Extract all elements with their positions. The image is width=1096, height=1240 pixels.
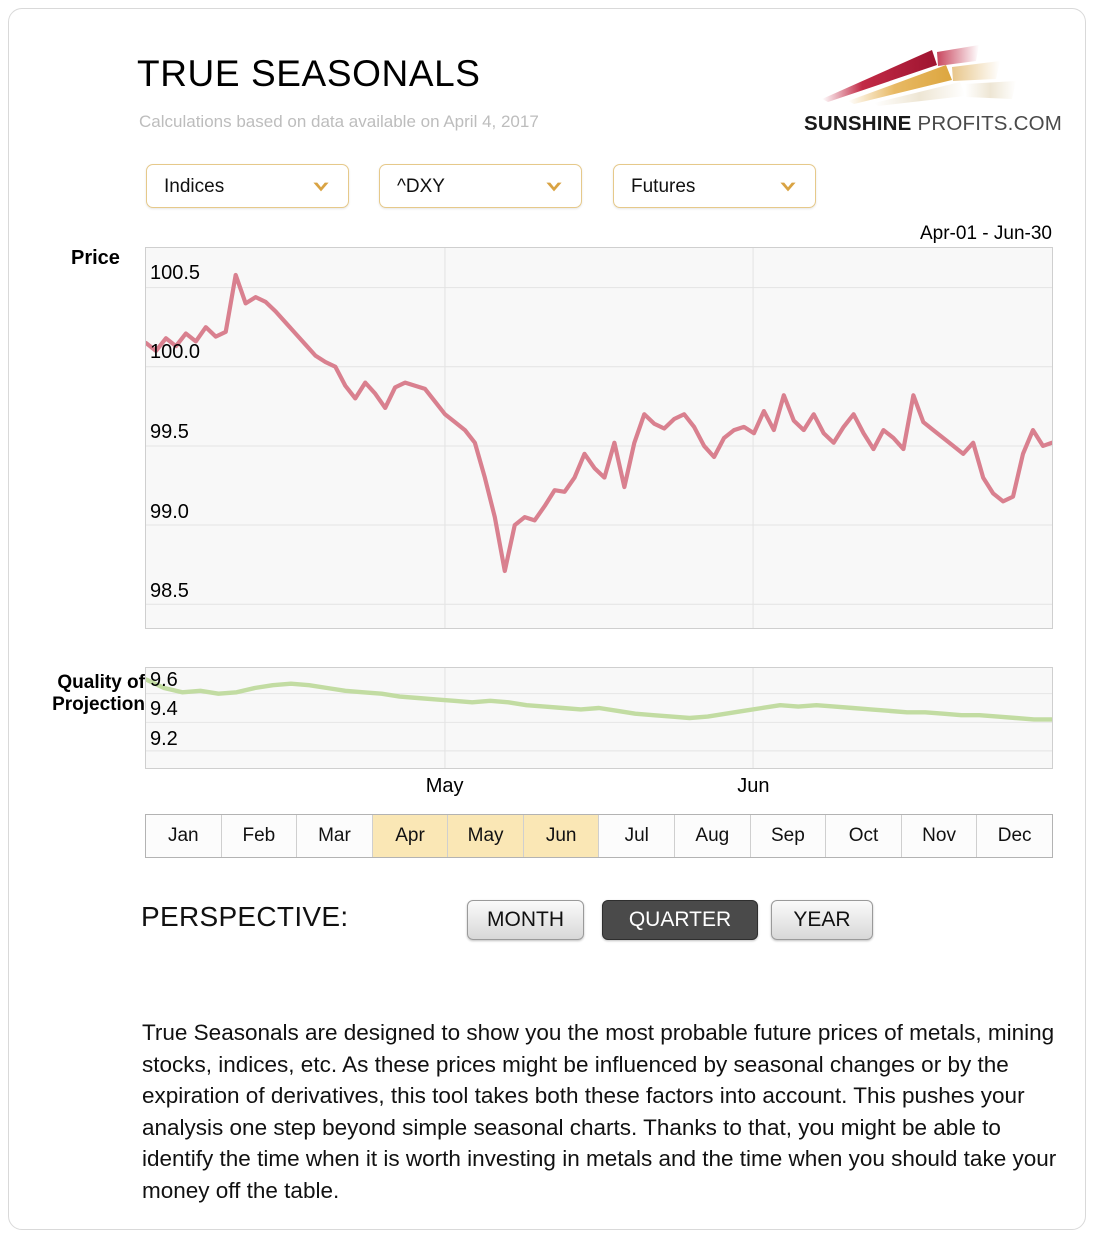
price-y-tick: 99.0 (150, 501, 189, 524)
chart-x-tick: Jun (713, 775, 793, 798)
perspective-quarter-button[interactable]: QUARTER (602, 900, 758, 940)
dropdown-contract-type-value: Futures (631, 176, 695, 198)
month-tab-jun[interactable]: Jun (524, 815, 600, 857)
month-tab-aug[interactable]: Aug (675, 815, 751, 857)
month-tab-mar[interactable]: Mar (297, 815, 373, 857)
dropdown-symbol[interactable]: ^DXY (379, 164, 582, 208)
date-range-label: Apr-01 - Jun-30 (852, 223, 1052, 245)
dropdown-asset-class[interactable]: Indices (146, 164, 349, 208)
month-selector-bar[interactable]: JanFebMarAprMayJunJulAugSepOctNovDec (145, 814, 1053, 858)
page-title: TRUE SEASONALS (137, 53, 481, 95)
logo-bold-text: SUNSHINE (804, 112, 912, 135)
quality-y-tick: 9.6 (150, 669, 178, 692)
chevron-down-icon[interactable] (775, 174, 801, 200)
description-text: True Seasonals are designed to show you … (142, 1017, 1057, 1206)
price-axis-title: Price (71, 247, 120, 270)
dropdown-asset-class-value: Indices (164, 176, 224, 198)
month-tab-may[interactable]: May (448, 815, 524, 857)
month-tab-nov[interactable]: Nov (902, 815, 978, 857)
dropdown-symbol-value: ^DXY (397, 176, 445, 198)
price-y-tick: 100.5 (150, 262, 200, 285)
page-subtitle: Calculations based on data available on … (139, 112, 539, 132)
quality-y-tick: 9.4 (150, 698, 178, 721)
month-tab-sep[interactable]: Sep (751, 815, 827, 857)
month-tab-feb[interactable]: Feb (222, 815, 298, 857)
price-y-tick: 100.0 (150, 341, 200, 364)
month-tab-oct[interactable]: Oct (826, 815, 902, 857)
month-tab-dec[interactable]: Dec (977, 815, 1052, 857)
quality-y-tick: 9.2 (150, 728, 178, 751)
month-tab-apr[interactable]: Apr (373, 815, 449, 857)
chart-x-tick: May (405, 775, 485, 798)
logo-rays-icon (804, 39, 1059, 114)
quality-axis-title: Quality of Projection (37, 672, 145, 716)
quality-chart (145, 667, 1053, 769)
perspective-year-button[interactable]: YEAR (771, 900, 873, 940)
chevron-down-icon[interactable] (541, 174, 567, 200)
logo-wordmark: SUNSHINE PROFITS.COM (804, 112, 1059, 136)
price-y-tick: 98.5 (150, 580, 189, 603)
quality-axis-title-line1: Quality of (57, 672, 145, 693)
quality-axis-title-line2: Projection (52, 694, 145, 715)
perspective-label: PERSPECTIVE: (141, 901, 348, 933)
price-chart (145, 247, 1053, 629)
perspective-month-button[interactable]: MONTH (467, 900, 584, 940)
sunshine-profits-logo: SUNSHINE PROFITS.COM (804, 39, 1059, 144)
chevron-down-icon[interactable] (308, 174, 334, 200)
dropdown-contract-type[interactable]: Futures (613, 164, 816, 208)
month-tab-jul[interactable]: Jul (599, 815, 675, 857)
app-card: TRUE SEASONALS Calculations based on dat… (8, 8, 1086, 1230)
logo-normal-text: PROFITS.COM (912, 112, 1062, 135)
price-y-tick: 99.5 (150, 421, 189, 444)
month-tab-jan[interactable]: Jan (146, 815, 222, 857)
